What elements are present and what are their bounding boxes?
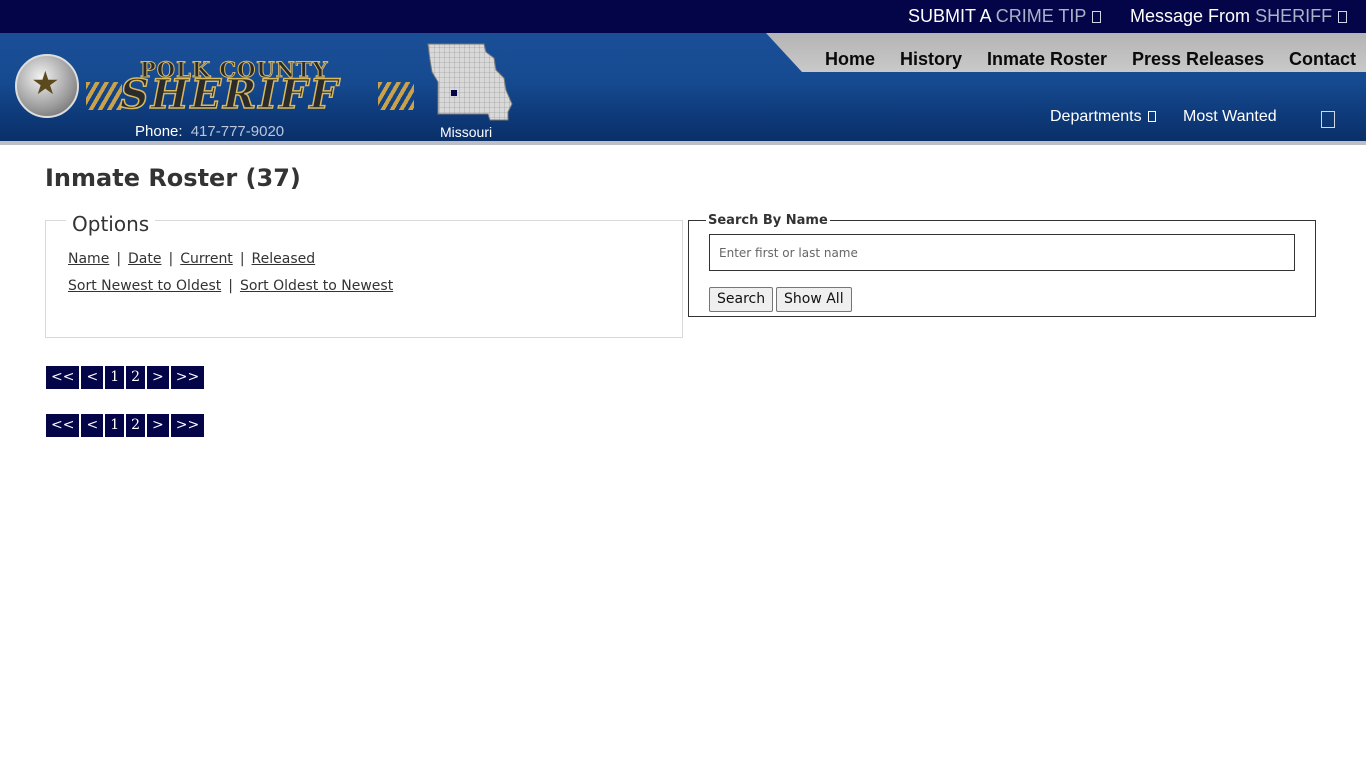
pagination-top: << < 1 2 > >>: [46, 366, 206, 389]
sort-newest-link[interactable]: Sort Newest to Oldest: [68, 278, 221, 294]
prev-page-button[interactable]: <: [81, 414, 104, 437]
crime-tip-prefix: SUBMIT A: [908, 6, 991, 26]
submit-crime-tip-link[interactable]: SUBMIT A CRIME TIP: [908, 6, 1102, 27]
nav-history[interactable]: History: [900, 49, 962, 70]
options-legend: Options: [66, 212, 156, 236]
dropdown-square-icon: [1147, 111, 1156, 122]
next-page-button[interactable]: >: [147, 366, 169, 389]
sort-name-link[interactable]: Name: [68, 251, 109, 267]
missouri-map-icon: [427, 43, 513, 121]
pagination-bottom: << < 1 2 > >>: [46, 414, 206, 437]
state-label: Missouri: [440, 124, 493, 140]
sort-order-links: Sort Newest to Oldest | Sort Oldest to New…: [68, 278, 393, 294]
nav-inmate-roster[interactable]: Inmate Roster: [987, 49, 1107, 70]
star-icon: ★: [31, 65, 60, 101]
nav-home[interactable]: Home: [825, 49, 875, 70]
crime-tip-highlight: CRIME TIP: [995, 6, 1087, 26]
name-search-input[interactable]: [709, 234, 1295, 271]
search-button[interactable]: Search: [709, 287, 774, 312]
first-page-button[interactable]: <<: [46, 414, 80, 437]
page-1-button[interactable]: 1: [105, 366, 125, 389]
message-highlight: SHERIFF: [1255, 6, 1333, 26]
prev-page-button[interactable]: <: [81, 366, 104, 389]
nav-most-wanted[interactable]: Most Wanted: [1183, 108, 1277, 126]
page-2-button[interactable]: 2: [126, 414, 146, 437]
sort-by-links: Name | Date | Current | Released: [68, 251, 315, 267]
separator: |: [168, 251, 174, 267]
top-bar: SUBMIT A CRIME TIP Message From SHERIFF: [0, 0, 1366, 33]
phone-number[interactable]: 417-777-9020: [191, 123, 284, 140]
menu-toggle-icon[interactable]: [1321, 111, 1335, 128]
phone-line: Phone: 417-777-9020: [135, 123, 284, 140]
search-legend: Search By Name: [706, 213, 830, 228]
show-all-button[interactable]: Show All: [776, 287, 852, 312]
page-1-button[interactable]: 1: [105, 414, 125, 437]
logo-sheriff-text[interactable]: SHERIFF: [119, 70, 340, 119]
logo-stripes-left: [86, 82, 122, 110]
logo-stripes-right: [378, 82, 414, 110]
last-page-button[interactable]: >>: [170, 414, 205, 437]
nav-contact[interactable]: Contact: [1289, 49, 1356, 70]
external-square-icon: [1338, 11, 1348, 23]
first-page-button[interactable]: <<: [46, 366, 80, 389]
message-from-sheriff-link[interactable]: Message From SHERIFF: [1130, 6, 1348, 27]
separator: |: [116, 251, 122, 267]
sort-date-link[interactable]: Date: [128, 251, 161, 267]
message-prefix: Message From: [1130, 6, 1251, 26]
filter-released-link[interactable]: Released: [252, 251, 316, 267]
separator: |: [239, 251, 245, 267]
sheriff-badge-logo[interactable]: ★: [15, 54, 79, 118]
next-page-button[interactable]: >: [147, 414, 169, 437]
separator: |: [228, 278, 233, 294]
page-2-button[interactable]: 2: [126, 366, 146, 389]
nav-press-releases[interactable]: Press Releases: [1132, 49, 1264, 70]
filter-current-link[interactable]: Current: [180, 251, 233, 267]
page-title: Inmate Roster (37): [45, 164, 301, 192]
sort-oldest-link[interactable]: Sort Oldest to Newest: [240, 278, 393, 294]
header-divider: [0, 141, 1366, 145]
last-page-button[interactable]: >>: [170, 366, 205, 389]
external-square-icon: [1092, 11, 1102, 23]
nav-departments-dropdown[interactable]: Departments: [1050, 108, 1156, 126]
phone-label: Phone:: [135, 123, 183, 140]
departments-label: Departments: [1050, 108, 1142, 125]
